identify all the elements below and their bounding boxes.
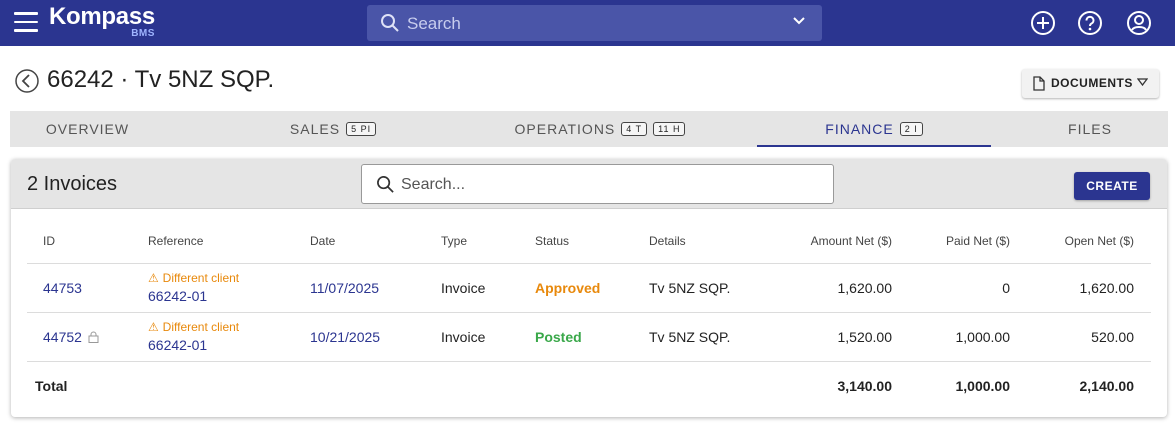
- invoices-title: 2 Invoices: [27, 173, 118, 195]
- invoice-id-link[interactable]: 44753: [43, 280, 82, 296]
- open-net: 520.00: [1091, 329, 1134, 345]
- menu-icon[interactable]: [14, 12, 38, 32]
- status-badge: Posted: [535, 329, 582, 345]
- different-client-warning: Different client: [162, 320, 240, 334]
- invoice-date[interactable]: 10/21/2025: [310, 329, 380, 345]
- total-open-net: 2,140.00: [1079, 378, 1135, 394]
- global-search-input[interactable]: Search: [367, 5, 822, 41]
- invoice-details: Tv 5NZ SQP.: [649, 329, 731, 345]
- tab-label: SALES: [289, 121, 341, 137]
- paid-net: 1,000.00: [955, 329, 1011, 345]
- search-icon: [381, 14, 399, 32]
- tab-label: OVERVIEW: [45, 121, 130, 137]
- reference-cell: ⚠ Different client 66242-01: [148, 269, 239, 307]
- invoice-type: Invoice: [441, 280, 486, 296]
- col-header[interactable]: Amount Net ($): [811, 234, 892, 248]
- documents-label: DOCUMENTS: [1051, 76, 1133, 90]
- add-circle-icon[interactable]: [1030, 10, 1056, 36]
- reference-link[interactable]: 66242-01: [148, 337, 207, 353]
- table-row[interactable]: 44752 ⚠ Different client 66242-01 10/21/…: [27, 313, 1151, 362]
- col-header[interactable]: Reference: [148, 234, 203, 248]
- different-client-warning: Different client: [162, 271, 240, 285]
- back-icon[interactable]: [15, 69, 39, 93]
- total-paid-net: 1,000.00: [955, 378, 1011, 394]
- col-header[interactable]: Details: [649, 234, 686, 248]
- invoice-id-cell: 44752: [43, 329, 99, 345]
- tab-overview[interactable]: OVERVIEW: [10, 111, 165, 147]
- table-row[interactable]: 44753 ⚠ Different client 66242-01 11/07/…: [27, 264, 1151, 313]
- invoice-details: Tv 5NZ SQP.: [649, 280, 731, 296]
- chevron-down-icon[interactable]: [792, 16, 806, 26]
- tab-sales[interactable]: SALES 5 PI: [253, 111, 413, 147]
- tab-files[interactable]: FILES: [1010, 111, 1170, 147]
- warning-icon: ⚠: [148, 320, 159, 334]
- lock-icon: [88, 331, 99, 343]
- invoice-search-input[interactable]: Search...: [361, 164, 834, 204]
- col-header[interactable]: Paid Net ($): [946, 234, 1010, 248]
- top-bar: Kompass BMS Search: [0, 0, 1175, 46]
- status-badge: Approved: [535, 280, 601, 296]
- reference-cell: ⚠ Different client 66242-01: [148, 318, 239, 356]
- table-header: ID Reference Date Type Status Details Am…: [27, 215, 1151, 264]
- invoices-table: ID Reference Date Type Status Details Am…: [27, 215, 1151, 410]
- tab-badge: 5 PI: [346, 122, 377, 136]
- reference-link[interactable]: 66242-01: [148, 288, 207, 304]
- tab-badge: 11 H: [653, 122, 686, 136]
- open-net: 1,620.00: [1079, 280, 1135, 296]
- tab-finance[interactable]: FINANCE 2 I: [757, 111, 991, 147]
- invoices-header: 2 Invoices Search... CREATE: [11, 159, 1167, 209]
- invoice-search-placeholder: Search...: [401, 176, 466, 193]
- documents-button[interactable]: DOCUMENTS: [1022, 69, 1159, 98]
- tab-label: FILES: [1068, 121, 1112, 137]
- logo[interactable]: Kompass BMS: [49, 3, 155, 40]
- logo-sub: BMS: [131, 28, 155, 39]
- tab-operations[interactable]: OPERATIONS 4 T 11 H: [500, 111, 700, 147]
- invoice-id-link[interactable]: 44752: [43, 329, 82, 345]
- amount-net: 1,620.00: [837, 280, 893, 296]
- total-row: Total 3,140.00 1,000.00 2,140.00: [27, 362, 1151, 410]
- invoices-card: 2 Invoices Search... CREATE ID Reference…: [11, 159, 1167, 417]
- tab-bar: OVERVIEW SALES 5 PI OPERATIONS 4 T 11 H FIN…: [10, 111, 1168, 147]
- tab-label: OPERATIONS: [514, 121, 616, 137]
- invoice-type: Invoice: [441, 329, 486, 345]
- total-label: Total: [35, 378, 68, 394]
- page-title: 66242 · Tv 5NZ SQP.: [47, 66, 275, 93]
- create-button[interactable]: CREATE: [1074, 172, 1150, 200]
- search-icon: [377, 176, 394, 193]
- col-header[interactable]: Type: [441, 234, 467, 248]
- help-icon[interactable]: [1077, 10, 1103, 36]
- warning-icon: ⚠: [148, 271, 159, 285]
- col-header[interactable]: Date: [310, 234, 335, 248]
- account-icon[interactable]: [1126, 10, 1152, 36]
- col-header[interactable]: Status: [535, 234, 569, 248]
- paid-net: 0: [1002, 280, 1010, 296]
- col-header[interactable]: ID: [43, 234, 55, 248]
- logo-name: Kompass: [49, 3, 155, 30]
- invoice-date[interactable]: 11/07/2025: [310, 280, 379, 296]
- tab-badge: 2 I: [899, 122, 923, 136]
- tab-badge: 4 T: [621, 122, 648, 136]
- col-header[interactable]: Open Net ($): [1065, 234, 1134, 248]
- global-search-placeholder: Search: [407, 14, 461, 33]
- total-amount-net: 3,140.00: [837, 378, 893, 394]
- tab-label: FINANCE: [825, 121, 894, 137]
- file-icon: [1033, 76, 1045, 91]
- amount-net: 1,520.00: [837, 329, 893, 345]
- triangle-down-icon: [1137, 78, 1148, 86]
